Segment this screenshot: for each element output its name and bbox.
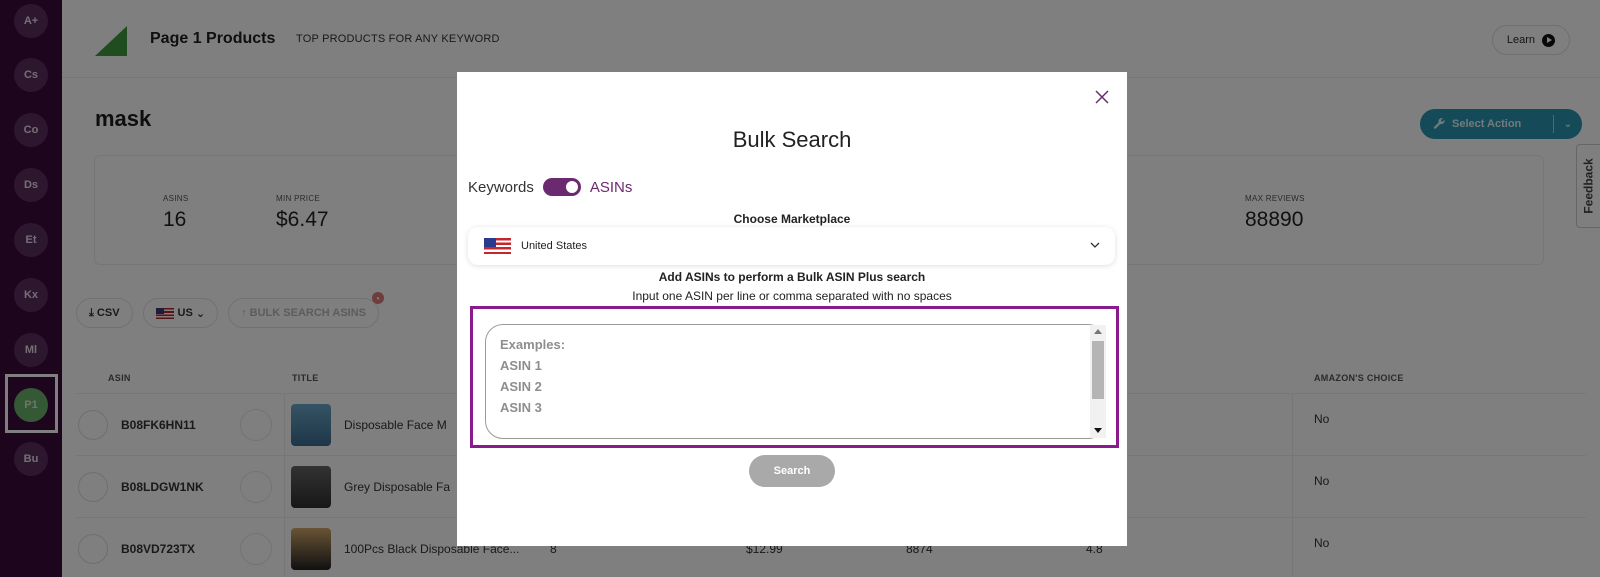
toggle-knob xyxy=(565,181,578,193)
asins-mode-label[interactable]: ASINs xyxy=(590,179,633,196)
chevron-down-icon xyxy=(1090,242,1100,248)
scroll-up-arrow-icon[interactable] xyxy=(1094,329,1102,334)
instruction-title: Add ASINs to perform a Bulk ASIN Plus se… xyxy=(658,270,926,284)
marketplace-value: United States xyxy=(521,240,588,252)
marketplace-label: Choose Marketplace xyxy=(733,212,851,226)
scroll-thumb[interactable] xyxy=(1092,341,1104,399)
keywords-mode-label[interactable]: Keywords xyxy=(468,179,534,196)
textarea-scrollbar[interactable] xyxy=(1090,325,1106,438)
scroll-down-arrow-icon[interactable] xyxy=(1094,428,1102,433)
mode-toggle[interactable] xyxy=(542,178,581,196)
marketplace-select[interactable]: United States xyxy=(468,227,1115,265)
us-flag-icon xyxy=(484,238,511,254)
search-mode-switch: Keywords ASINs xyxy=(468,178,632,196)
asin-input-focus-frame xyxy=(470,306,1119,448)
search-button[interactable]: Search xyxy=(749,455,835,487)
asin-textarea[interactable] xyxy=(485,324,1106,439)
instruction-subtitle: Input one ASIN per line or comma separat… xyxy=(632,289,952,303)
modal-title: Bulk Search xyxy=(732,127,852,152)
close-icon[interactable] xyxy=(1093,88,1111,106)
bulk-search-modal: Bulk Search Keywords ASINs Choose Market… xyxy=(457,72,1127,546)
